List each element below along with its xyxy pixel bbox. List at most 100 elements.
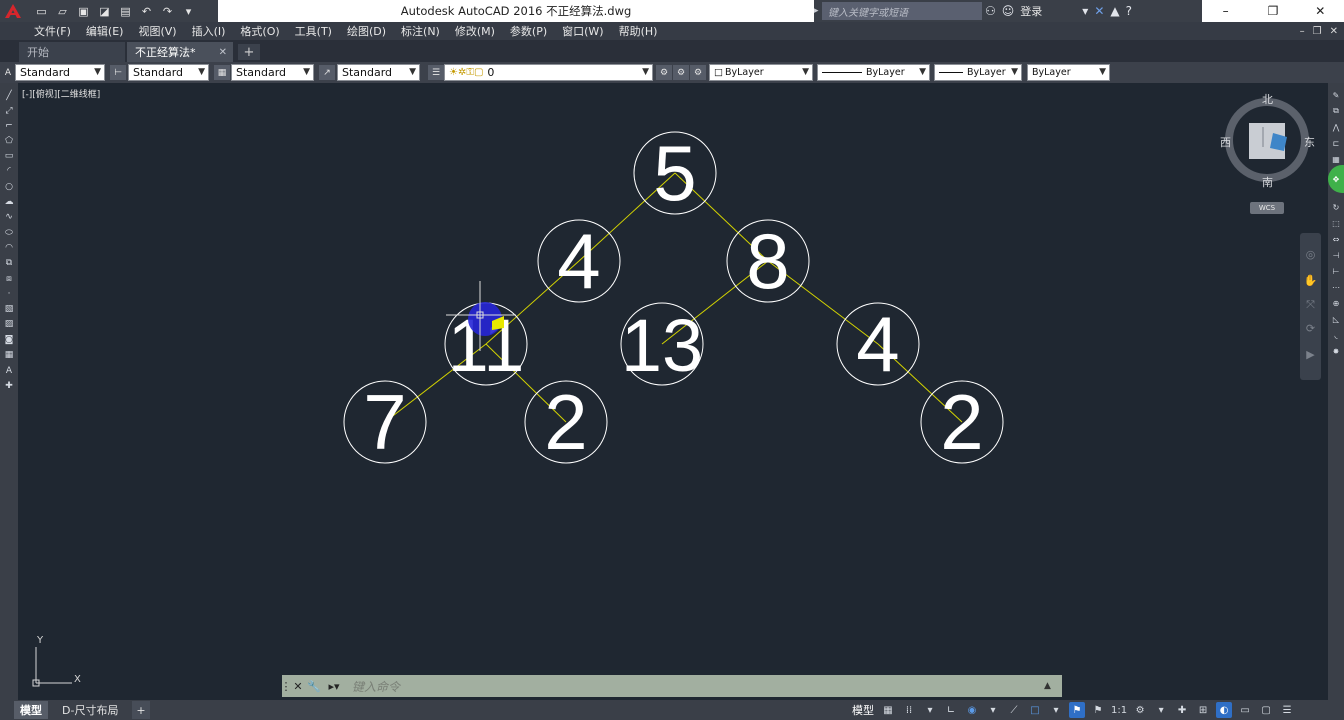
new-icon[interactable]: ▭ (32, 2, 51, 20)
chevron-up-icon[interactable]: ▲ (1044, 681, 1062, 691)
restore-icon[interactable]: ❐ (1249, 0, 1296, 22)
point-icon[interactable]: · (2, 287, 16, 300)
units-icon[interactable]: ⊞ (1195, 702, 1211, 718)
workspace-gear-icon[interactable]: ⚙ (1132, 702, 1148, 718)
print-icon[interactable]: ▤ (116, 2, 135, 20)
lineweight-dropdown[interactable]: ByLayer ▼ (934, 64, 1022, 81)
layer-properties-icon[interactable]: ☰ (428, 65, 444, 80)
isolate-objects-icon[interactable]: ◐ (1216, 702, 1233, 718)
menu-file[interactable]: 文件(F) (34, 23, 71, 39)
ellipse-arc-icon[interactable]: ◠ (2, 241, 16, 254)
array-icon[interactable]: ▦ (1330, 153, 1342, 165)
color-dropdown[interactable]: □ ByLayer ▼ (709, 64, 813, 81)
extend-icon[interactable]: ⊢ (1330, 265, 1342, 277)
insert-block-icon[interactable]: ⧉ (2, 256, 16, 269)
menu-tools[interactable]: 工具(T) (295, 23, 332, 39)
line-icon[interactable]: ╱ (2, 89, 16, 102)
model-space-button[interactable]: 模型 (852, 702, 874, 718)
spline-icon[interactable]: ∿ (2, 210, 16, 223)
menu-dimension[interactable]: 标注(N) (401, 23, 440, 39)
explode-icon[interactable]: ✸ (1330, 345, 1342, 357)
doc-minimize-icon[interactable]: – (1300, 26, 1305, 37)
linetype-dropdown[interactable]: ByLayer ▼ (817, 64, 930, 81)
dropdown-icon[interactable]: ▾ (1082, 4, 1088, 18)
tree-node[interactable]: 2 (920, 378, 1004, 466)
table-icon[interactable]: ▦ (2, 348, 16, 361)
compass-east[interactable]: 东 (1304, 134, 1315, 150)
erase-icon[interactable]: ✎ (1330, 89, 1342, 101)
text-style-dropdown[interactable]: Standard ▼ (15, 64, 105, 81)
node-label[interactable]: 4 (557, 217, 600, 305)
wcs-menu-button[interactable]: WCS (1250, 202, 1284, 214)
customization-icon[interactable]: ☰ (1279, 702, 1295, 718)
offset-icon[interactable]: ⊏ (1330, 137, 1342, 149)
drawing-viewport[interactable]: [-][俯视][二维线框] 5 4 8 11 13 4 7 2 2 北 南 东 西 WCS ◎ … (18, 83, 1328, 700)
autocad-logo-icon[interactable] (0, 0, 26, 22)
osnap-menu-icon[interactable]: ▾ (1048, 702, 1064, 718)
command-input[interactable]: 键入命令 (346, 678, 1044, 695)
dim-style-icon[interactable]: ⊢ (110, 65, 126, 80)
plotstyle-dropdown[interactable]: ByLayer ▼ (1027, 64, 1110, 81)
dim-style-dropdown[interactable]: Standard ▼ (128, 64, 209, 81)
tab-drawing[interactable]: 不正经算法* ✕ (127, 42, 233, 62)
auto-scale-icon[interactable]: ⚑ (1090, 702, 1106, 718)
osnap-icon[interactable]: □ (1027, 702, 1043, 718)
tab-layout[interactable]: D-尺寸布局 (56, 701, 124, 719)
node-label[interactable]: 2 (940, 378, 983, 466)
stretch-icon[interactable]: ⇔ (1330, 233, 1342, 245)
break-icon[interactable]: ⋯ (1330, 281, 1342, 293)
steering-wheel-icon[interactable]: ◎ (1303, 247, 1318, 262)
redo-icon[interactable]: ↷ (158, 2, 177, 20)
chamfer-icon[interactable]: ◺ (1330, 313, 1342, 325)
menu-help[interactable]: 帮助(H) (619, 23, 658, 39)
login-button[interactable]: 登录 (1020, 3, 1042, 19)
menu-format[interactable]: 格式(O) (240, 23, 279, 39)
compass-north[interactable]: 北 (1262, 91, 1273, 107)
a360-icon[interactable]: ▲ (1110, 4, 1119, 18)
compass-west[interactable]: 西 (1220, 134, 1231, 150)
mirror-icon[interactable]: ⋀ (1330, 121, 1342, 133)
tree-node[interactable]: 4 (537, 217, 621, 305)
doc-close-icon[interactable]: ✕ (1330, 26, 1338, 37)
rotate-icon[interactable]: ↻ (1330, 201, 1342, 213)
exchange-icon[interactable]: ✕ (1094, 4, 1104, 18)
mleader-style-icon[interactable]: ↗ (319, 65, 335, 80)
tree-node[interactable]: 4 (836, 300, 920, 388)
menu-modify[interactable]: 修改(M) (455, 23, 495, 39)
tree-node[interactable]: 7 (343, 378, 427, 466)
hardware-acceleration-icon[interactable]: ▭ (1237, 702, 1253, 718)
polyline-icon[interactable]: ⌐ (2, 119, 16, 132)
move-active-icon[interactable]: ✥ (1328, 165, 1344, 193)
clean-screen-icon[interactable]: ▢ (1258, 702, 1274, 718)
construction-line-icon[interactable]: ⤢ (2, 104, 16, 117)
menu-window[interactable]: 窗口(W) (562, 23, 603, 39)
annotation-visibility-icon[interactable]: ⚑ (1069, 702, 1085, 718)
help-icon[interactable]: ? (1126, 4, 1132, 18)
tab-close-icon[interactable]: ✕ (219, 47, 227, 58)
menu-parametric[interactable]: 参数(P) (510, 23, 547, 39)
menu-draw[interactable]: 绘图(D) (347, 23, 386, 39)
new-tab-button[interactable]: + (238, 44, 260, 60)
arc-icon[interactable]: ◜ (2, 164, 16, 177)
revision-cloud-icon[interactable]: ☁ (2, 195, 16, 208)
hatch-icon[interactable]: ▧ (2, 302, 16, 315)
join-icon[interactable]: ⊕ (1330, 297, 1342, 309)
gradient-icon[interactable]: ▨ (2, 317, 16, 330)
drawing-canvas[interactable]: 54 811 13 47 2 2 (18, 83, 1328, 700)
orbit-icon[interactable]: ⟳ (1303, 321, 1318, 336)
polar-icon[interactable]: ◉ (964, 702, 980, 718)
region-icon[interactable]: ◙ (2, 333, 16, 346)
tab-model[interactable]: 模型 (14, 701, 48, 719)
close-icon[interactable]: ✕ (290, 678, 306, 694)
close-icon[interactable]: ✕ (1297, 0, 1344, 22)
tree-node[interactable]: 5 (633, 129, 717, 217)
recent-commands-icon[interactable]: ▸▾ (322, 678, 346, 694)
node-label[interactable]: 8 (746, 217, 789, 305)
tree-node[interactable]: 8 (726, 217, 810, 305)
grid-icon[interactable]: ▦ (880, 702, 896, 718)
node-label[interactable]: 4 (856, 300, 899, 388)
pan-icon[interactable]: ✋ (1303, 273, 1318, 288)
node-label[interactable]: 2 (544, 378, 587, 466)
copy-icon[interactable]: ⧉ (1330, 105, 1342, 117)
undo-icon[interactable]: ↶ (137, 2, 156, 20)
